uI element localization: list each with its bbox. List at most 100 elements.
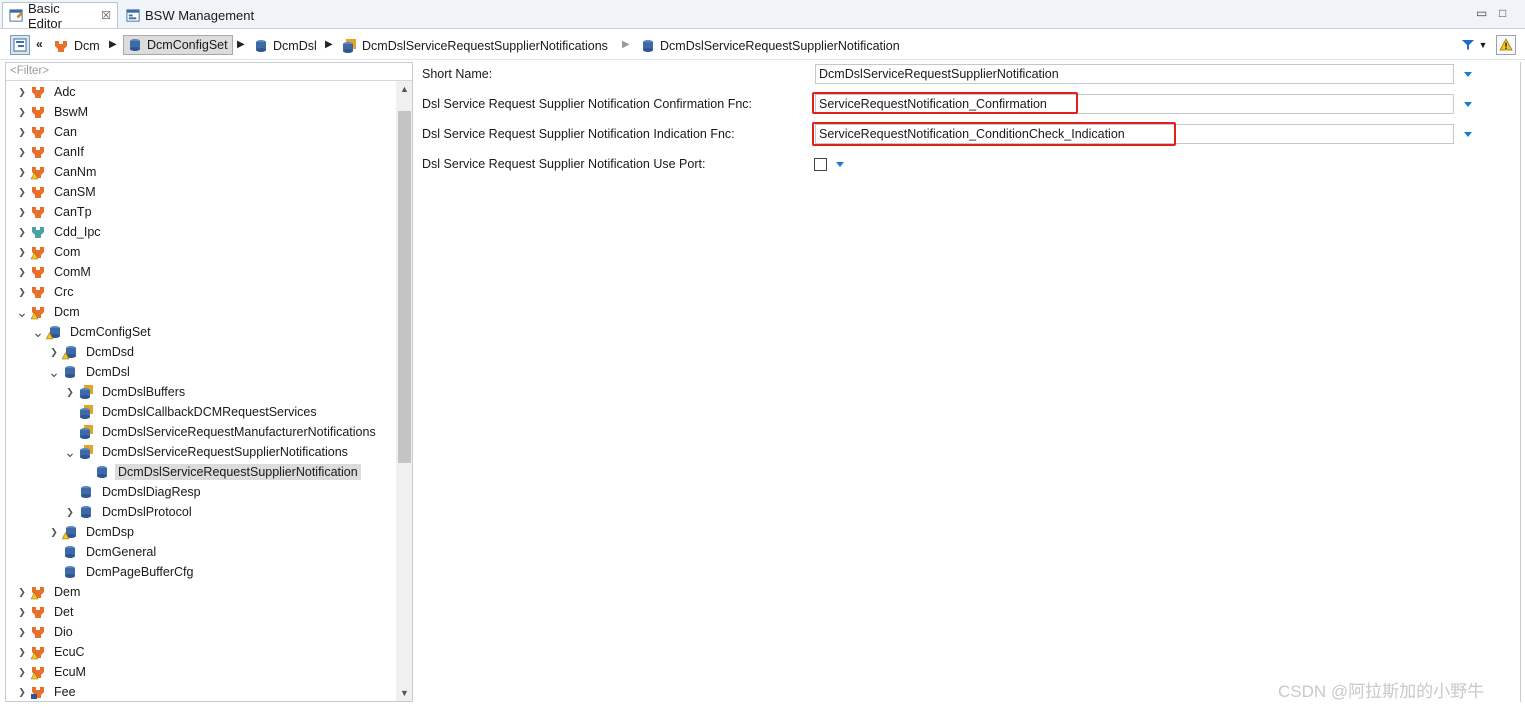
expand-chevron-icon[interactable]: ❯ (16, 247, 28, 258)
module-warning-icon (30, 167, 44, 180)
expand-chevron-icon[interactable]: ❯ (48, 527, 60, 538)
tree-item[interactable]: ❯ Can (16, 122, 80, 142)
indication-fnc-dropdown-icon[interactable] (1464, 132, 1472, 137)
scroll-up-icon[interactable]: ▲ (396, 84, 412, 94)
tree-item[interactable]: ❯ EcuC (16, 642, 88, 662)
confirmation-fnc-dropdown-icon[interactable] (1464, 102, 1472, 107)
expand-chevron-icon[interactable]: ❯ (64, 507, 76, 518)
tree-item[interactable]: ❯ Dem (16, 582, 83, 602)
expand-chevron-icon[interactable]: ❯ (48, 347, 60, 358)
tree-view-icon (13, 38, 27, 52)
short-name-input[interactable]: DcmDslServiceRequestSupplierNotification (815, 64, 1454, 84)
crumb-separator-icon[interactable]: ▶ (622, 39, 630, 50)
tab-basic-editor[interactable]: Basic Editor ☒ (2, 1, 118, 31)
minimize-icon[interactable]: ▭ (1476, 6, 1487, 20)
tab-bsw-management[interactable]: BSW Management (120, 2, 270, 28)
tree-item[interactable]: DcmDslServiceRequestSupplierNotification (80, 462, 361, 482)
expand-chevron-icon[interactable]: ❯ (16, 587, 28, 598)
tree-item[interactable]: ⌄ DcmDsl (48, 362, 133, 382)
maximize-icon[interactable]: □ (1499, 6, 1506, 20)
tree-filter-input[interactable]: <Filter> (6, 63, 412, 81)
tree-item[interactable]: ❯ CanIf (16, 142, 87, 162)
collapse-chevron-icon[interactable]: ⌄ (64, 445, 76, 459)
expand-chevron-icon[interactable]: ❯ (16, 127, 28, 138)
tree-item[interactable]: DcmGeneral (48, 542, 159, 562)
tree-item[interactable]: ❯ DcmDsp (48, 522, 137, 542)
tree-item[interactable]: ⌄ DcmDslServiceRequestSupplierNotificatio… (64, 442, 351, 462)
scroll-down-icon[interactable]: ▼ (396, 688, 412, 698)
tree-item[interactable]: DcmDslServiceRequestManufacturerNotifica… (64, 422, 379, 442)
expand-chevron-icon[interactable]: ❯ (16, 667, 28, 678)
container-icon (81, 506, 91, 518)
filter-button[interactable]: ▼ (1459, 35, 1489, 55)
tree-item[interactable]: ❯ DcmDsd (48, 342, 137, 362)
tree-item[interactable]: ⌄ DcmConfigSet (32, 322, 154, 342)
short-name-dropdown-icon[interactable] (1464, 72, 1472, 77)
crumb-separator-icon[interactable]: ▶ (237, 39, 245, 50)
crumb-dcmdsl[interactable]: DcmDsl (254, 36, 317, 56)
tree-item[interactable]: ❯ CanNm (16, 162, 99, 182)
tree-item[interactable]: ❯ DcmDslProtocol (64, 502, 195, 522)
tree-item[interactable]: ⌄ Dcm (16, 302, 83, 322)
crumb-separator-icon[interactable]: ▶ (109, 39, 117, 50)
crumb-separator-icon[interactable]: ▶ (325, 39, 333, 50)
tree-item[interactable]: ❯ Dio (16, 622, 76, 642)
tree-item[interactable]: DcmDslDiagResp (64, 482, 204, 502)
crumb-supplier-notification[interactable]: DcmDslServiceRequestSupplierNotification (641, 36, 900, 56)
tree-item[interactable]: ❯ Cdd_Ipc (16, 222, 104, 242)
tree-item[interactable]: ❯ Com (16, 242, 83, 262)
module-icon (32, 147, 44, 158)
expand-chevron-icon[interactable]: ❯ (16, 267, 28, 278)
container-list-icon (80, 445, 93, 459)
crumb-supplier-notifications[interactable]: DcmDslServiceRequestSupplierNotification… (341, 36, 608, 56)
collapse-chevron-icon[interactable]: ⌄ (48, 365, 60, 379)
tree-item[interactable]: ❯ Crc (16, 282, 76, 302)
tree-item[interactable]: ❯ BswM (16, 102, 91, 122)
expand-chevron-icon[interactable]: ❯ (16, 207, 28, 218)
tree-item[interactable]: ❯ CanTp (16, 202, 95, 222)
use-port-checkbox[interactable] (814, 158, 827, 171)
crumb-label: DcmDslServiceRequestSupplierNotification (660, 39, 900, 53)
tree-item[interactable]: DcmDslCallbackDCMRequestServices (64, 402, 320, 422)
expand-chevron-icon[interactable]: ❯ (16, 647, 28, 658)
module-icon (32, 267, 44, 278)
expand-chevron-icon[interactable]: ❯ (16, 187, 28, 198)
tree-item-label: Can (54, 125, 77, 139)
scrollbar-thumb[interactable] (398, 111, 411, 463)
expand-chevron-icon[interactable]: ❯ (16, 627, 28, 638)
tree-item[interactable]: ❯ Det (16, 602, 76, 622)
tree-item[interactable]: ❯ EcuM (16, 662, 89, 682)
tree-item-label: CanIf (54, 145, 84, 159)
close-tab-icon[interactable]: ☒ (101, 9, 111, 22)
module-icon (32, 107, 44, 118)
expand-chevron-icon[interactable]: ❯ (16, 687, 28, 698)
tree-item-label: DcmDsl (86, 365, 130, 379)
module-icon (32, 127, 44, 138)
tree-item-label: Crc (54, 285, 74, 299)
tree-item[interactable]: ❯ Fee (16, 682, 79, 701)
expand-chevron-icon[interactable]: ❯ (16, 287, 28, 298)
expand-chevron-icon[interactable]: ❯ (16, 167, 28, 178)
tree-item[interactable]: ❯ DcmDslBuffers (64, 382, 188, 402)
tree-item-label: Dem (54, 585, 81, 599)
expand-chevron-icon[interactable]: ❯ (16, 147, 28, 158)
expand-chevron-icon[interactable]: ❯ (16, 227, 28, 238)
validation-warning-button[interactable] (1496, 35, 1516, 55)
tree-item[interactable]: ❯ Adc (16, 82, 79, 102)
expand-chevron-icon[interactable]: ❯ (16, 87, 28, 98)
tree-item[interactable]: DcmPageBufferCfg (48, 562, 196, 582)
use-port-dropdown-icon[interactable] (836, 162, 844, 167)
tree-item[interactable]: ❯ CanSM (16, 182, 99, 202)
expand-chevron-icon[interactable]: ❯ (16, 607, 28, 618)
crumb-dcm[interactable]: Dcm (53, 36, 100, 56)
expand-chevron-icon[interactable]: ❯ (64, 387, 76, 398)
show-in-tree-button[interactable] (10, 35, 30, 55)
tree-scrollbar[interactable]: ▲ ▼ (396, 81, 412, 701)
expand-chevron-icon[interactable]: ❯ (16, 107, 28, 118)
crumb-dcmconfigset[interactable]: DcmConfigSet (123, 35, 233, 55)
collapse-chevron-icon[interactable]: ⌄ (32, 325, 44, 339)
tree-item[interactable]: ❯ ComM (16, 262, 94, 282)
collapse-chevron-icon[interactable]: ⌄ (16, 305, 28, 319)
history-back-icon[interactable]: « (36, 37, 43, 51)
container-warning-icon (46, 326, 60, 340)
